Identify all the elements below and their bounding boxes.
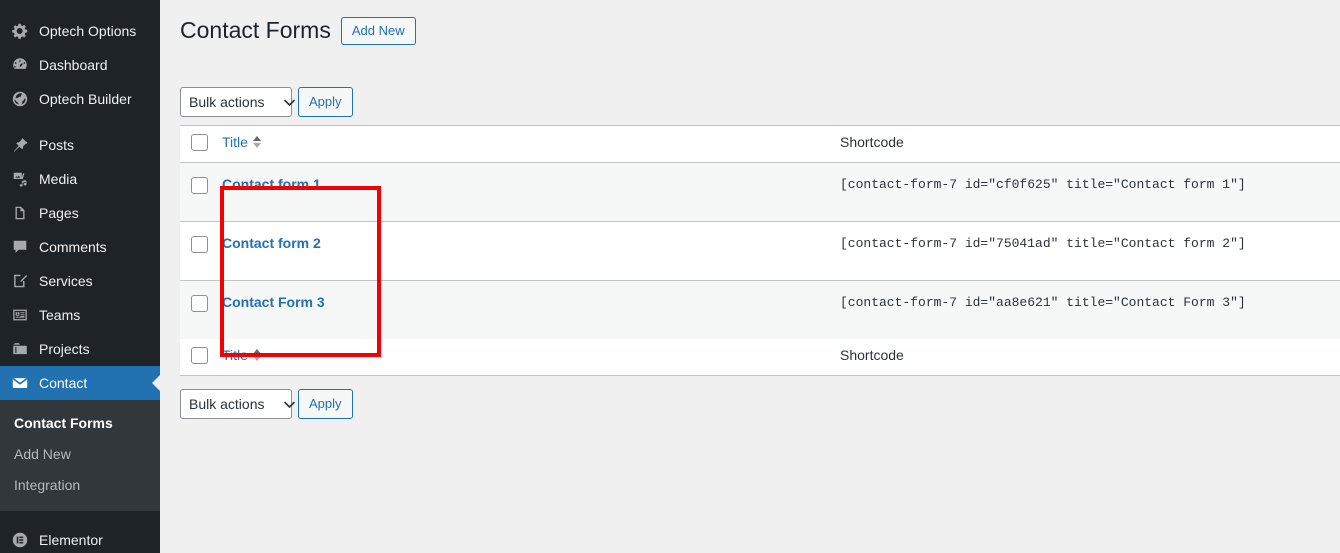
page-title: Contact Forms <box>180 17 331 43</box>
select-all-header <box>180 125 222 162</box>
sidebar-item-contact[interactable]: Contact <box>0 366 160 400</box>
sidebar-item-label: Media <box>39 171 78 187</box>
sidebar-item-label: Comments <box>39 239 107 255</box>
page-icon <box>10 203 30 223</box>
elementor-icon <box>10 530 30 550</box>
add-new-button[interactable]: Add New <box>340 16 416 45</box>
media-icon <box>10 169 30 189</box>
sidebar-top-spacer <box>0 0 160 14</box>
sidebar-item-pages[interactable]: Pages <box>0 196 160 230</box>
row-title-cell: Contact form 1 <box>222 162 822 221</box>
bulk-actions-select-top-value: Bulk actions <box>189 93 265 110</box>
sidebar-item-teams[interactable]: Teams <box>0 298 160 332</box>
sidebar-item-label: Teams <box>39 307 81 323</box>
sidebar-item-label: Optech Options <box>39 23 137 39</box>
sidebar-item-label: Optech Builder <box>39 91 132 107</box>
table-body: Contact form 1 [contact-form-7 id="cf0f6… <box>180 162 1340 340</box>
sidebar-group-primary: Optech Options Dashboard Optech Builder <box>0 14 160 116</box>
row-checkbox[interactable] <box>191 235 208 253</box>
sidebar-item-dashboard[interactable]: Dashboard <box>0 48 160 82</box>
shortcode-text[interactable]: [contact-form-7 id="aa8e621" title="Cont… <box>822 295 1246 310</box>
table-head: Title Shortcode <box>180 125 1340 163</box>
projects-folder-icon <box>10 339 30 359</box>
row-shortcode-cell: [contact-form-7 id="aa8e621" title="Cont… <box>822 280 1340 339</box>
apply-button-top[interactable]: Apply <box>298 86 353 117</box>
select-all-checkbox-bottom[interactable] <box>191 347 208 365</box>
sidebar-item-label: Projects <box>39 341 90 357</box>
gear-icon <box>10 21 30 41</box>
select-all-checkbox-top[interactable] <box>191 133 208 151</box>
sort-arrows-icon[interactable] <box>252 135 261 148</box>
row-select-cell <box>180 280 222 339</box>
sidebar-item-label: Contact <box>39 375 88 391</box>
row-title-cell: Contact form 2 <box>222 221 822 280</box>
table-row: Contact form 2 [contact-form-7 id="75041… <box>180 221 1340 281</box>
column-header-title[interactable]: Title <box>222 125 822 162</box>
sidebar-item-label: Pages <box>39 205 79 221</box>
contact-forms-table: Title Shortcode Contact form 1 [contact-… <box>180 124 1340 377</box>
tablenav-bottom: Bulk actions Apply <box>160 389 1340 420</box>
comment-icon <box>10 237 30 257</box>
submenu-item-contact-forms[interactable]: Contact Forms <box>0 408 160 439</box>
table-foot: Title Shortcode <box>180 339 1340 376</box>
shortcode-text[interactable]: [contact-form-7 id="75041ad" title="Cont… <box>822 236 1246 251</box>
sort-arrows-icon[interactable] <box>252 349 261 362</box>
sidebar-item-posts[interactable]: Posts <box>0 128 160 162</box>
services-icon <box>10 271 30 291</box>
tablenav-top: Bulk actions Apply <box>160 86 1340 117</box>
pin-icon <box>10 135 30 155</box>
column-footer-title[interactable]: Title <box>222 339 822 376</box>
sidebar-item-services[interactable]: Services <box>0 264 160 298</box>
form-title-link[interactable]: Contact form 1 <box>222 176 321 192</box>
sidebar-item-optech-builder[interactable]: Optech Builder <box>0 82 160 116</box>
sidebar-item-label: Services <box>39 273 93 289</box>
row-checkbox[interactable] <box>191 294 208 312</box>
globe-icon <box>10 89 30 109</box>
sidebar-item-elementor[interactable]: Elementor <box>0 523 160 553</box>
sidebar-item-projects[interactable]: Projects <box>0 332 160 366</box>
shortcode-text[interactable]: [contact-form-7 id="cf0f625" title="Cont… <box>822 177 1246 192</box>
sidebar-item-optech-options[interactable]: Optech Options <box>0 14 160 48</box>
bulk-actions-select-bottom-value: Bulk actions <box>189 396 265 413</box>
column-footer-title-label: Title <box>222 347 248 364</box>
row-title-cell: Contact Form 3 <box>222 280 822 339</box>
sidebar-separator-2 <box>0 511 160 523</box>
wp-admin-screen: Optech Options Dashboard Optech Builder <box>0 0 1340 553</box>
column-header-shortcode: Shortcode <box>840 133 904 150</box>
table-foot-row: Title Shortcode <box>180 339 1340 376</box>
bulk-actions-select-top[interactable]: Bulk actions <box>180 86 295 117</box>
select-all-footer <box>180 339 222 376</box>
row-shortcode-cell: [contact-form-7 id="75041ad" title="Cont… <box>822 221 1340 280</box>
sidebar-item-label: Posts <box>39 137 75 153</box>
column-footer-shortcode: Shortcode <box>840 347 904 364</box>
sidebar-separator-1 <box>0 116 160 128</box>
table-head-row: Title Shortcode <box>180 125 1340 163</box>
teams-icon <box>10 305 30 325</box>
sidebar-item-label: Dashboard <box>39 57 108 73</box>
form-title-link[interactable]: Contact form 2 <box>222 235 321 251</box>
dashboard-icon <box>10 55 30 75</box>
row-checkbox[interactable] <box>191 176 208 194</box>
envelope-icon <box>10 373 30 393</box>
contact-submenu: Contact Forms Add New Integration <box>0 400 160 511</box>
submenu-item-integration[interactable]: Integration <box>0 470 160 501</box>
admin-sidebar: Optech Options Dashboard Optech Builder <box>0 0 160 553</box>
submenu-item-add-new[interactable]: Add New <box>0 439 160 470</box>
bulk-actions-select-bottom[interactable]: Bulk actions <box>180 389 295 420</box>
row-select-cell <box>180 221 222 280</box>
table-row: Contact Form 3 [contact-form-7 id="aa8e6… <box>180 280 1340 340</box>
column-header-title-label: Title <box>222 133 248 150</box>
active-menu-arrow-icon <box>152 375 160 391</box>
sidebar-item-label: Elementor <box>39 531 103 548</box>
row-select-cell <box>180 162 222 221</box>
sidebar-group-content: Posts Media Pages Comments Services Team… <box>0 128 160 400</box>
table-row: Contact form 1 [contact-form-7 id="cf0f6… <box>180 162 1340 222</box>
main-content: Contact Forms Add New Bulk actions Apply <box>160 0 1340 553</box>
sidebar-item-comments[interactable]: Comments <box>0 230 160 264</box>
form-title-link[interactable]: Contact Form 3 <box>222 294 325 310</box>
sidebar-item-media[interactable]: Media <box>0 162 160 196</box>
apply-button-bottom[interactable]: Apply <box>298 389 353 420</box>
row-shortcode-cell: [contact-form-7 id="cf0f625" title="Cont… <box>822 162 1340 221</box>
page-header: Contact Forms Add New <box>160 0 1340 46</box>
